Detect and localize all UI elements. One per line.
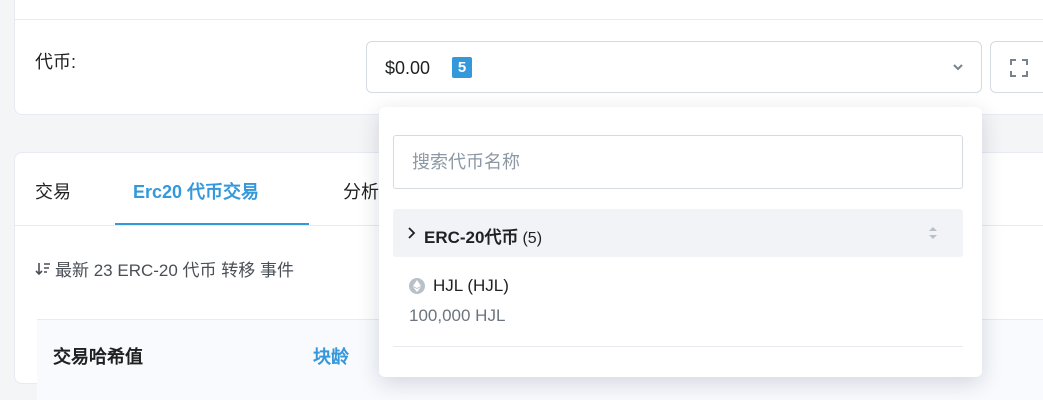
token-list-item[interactable]: HJL (HJL) 100,000 HJL xyxy=(393,270,963,347)
token-amount: 100,000 HJL xyxy=(409,306,506,325)
token-group-name: ERC-20代币 xyxy=(424,228,519,247)
token-dropdown: ERC-20代币(5) HJL (HJL) 100,000 HJL xyxy=(379,107,982,377)
column-age[interactable]: 块龄 xyxy=(313,343,349,369)
token-name: HJL (HJL) xyxy=(433,276,509,295)
tab-transactions[interactable]: 交易 xyxy=(35,178,71,204)
token-group-header[interactable]: ERC-20代币 (5) xyxy=(393,209,963,257)
token-group-title: ERC-20代币 (5) xyxy=(424,223,542,248)
divider xyxy=(15,19,1043,20)
sort-icon[interactable] xyxy=(927,224,939,242)
token-value: $0.00 xyxy=(385,58,431,78)
latest-events-text: 最新 23 ERC-20 代币 转移 事件 xyxy=(55,261,294,280)
token-count-badge: 5 xyxy=(452,57,472,78)
tab-analytics[interactable]: 分析 xyxy=(343,178,379,204)
latest-events-info: 最新 23 ERC-20 代币 转移 事件 xyxy=(35,256,294,281)
expand-icon xyxy=(1010,59,1028,77)
sort-descending-icon xyxy=(35,262,50,275)
token-logo-icon xyxy=(409,278,425,294)
chevron-right-icon xyxy=(408,227,416,239)
chevron-down-icon xyxy=(953,64,963,71)
token-group-count: (5) xyxy=(522,230,543,247)
token-search-input[interactable] xyxy=(393,135,963,189)
column-txn-hash: 交易哈希值 xyxy=(53,347,143,367)
expand-button[interactable] xyxy=(990,41,1043,93)
tab-erc20-transfers[interactable]: Erc20 代币交易 xyxy=(133,178,259,204)
token-select[interactable]: $0.00 5 xyxy=(366,41,982,93)
token-label: 代币: xyxy=(35,52,77,72)
